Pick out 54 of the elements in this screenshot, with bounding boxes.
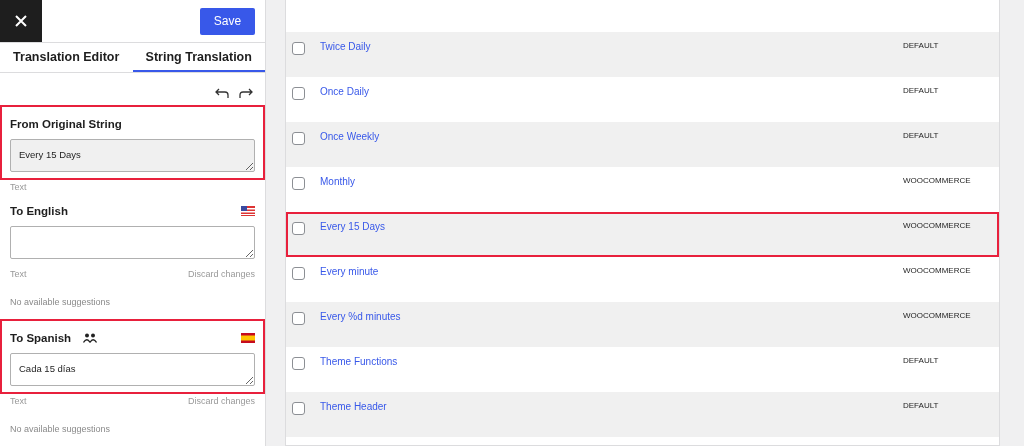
tab[interactable]: Translation Editor bbox=[0, 43, 133, 72]
field-label: Text bbox=[10, 182, 27, 192]
row-checkbox[interactable] bbox=[292, 132, 305, 145]
domain-cell-text: DEFAULT bbox=[903, 356, 940, 365]
suggestions-text: No available suggestions bbox=[9, 423, 112, 436]
table-row[interactable]: Every 15 Days WOOCOMMERCE bbox=[286, 212, 999, 257]
suggestions-text: No available suggestions bbox=[9, 296, 112, 309]
row-checkbox[interactable] bbox=[292, 222, 305, 235]
domain-cell-text: DEFAULT bbox=[903, 131, 940, 140]
string-link[interactable]: Twice Daily bbox=[320, 41, 903, 52]
domain-cell-text: WOOCOMMERCE bbox=[903, 266, 972, 275]
redo-button[interactable] bbox=[239, 87, 253, 99]
table-row[interactable]: Every %d minutes WOOCOMMERCE bbox=[286, 302, 999, 347]
undo-icon bbox=[215, 87, 229, 99]
row-checkbox[interactable] bbox=[292, 402, 305, 415]
save-button[interactable]: Save bbox=[200, 7, 255, 35]
spain-flag-icon bbox=[241, 333, 255, 343]
row-checkbox[interactable] bbox=[292, 177, 305, 190]
section-title: From Original String bbox=[10, 118, 122, 130]
domain-cell-text: WOOCOMMERCE bbox=[903, 311, 972, 320]
domain-cell-text: WOOCOMMERCE bbox=[903, 176, 972, 185]
domain-cell-text: WOOCOMMERCE bbox=[903, 221, 972, 230]
row-checkbox[interactable] bbox=[292, 87, 305, 100]
translation-field[interactable] bbox=[10, 226, 255, 259]
redo-icon bbox=[239, 87, 253, 99]
row-checkbox[interactable] bbox=[292, 42, 305, 55]
row-checkbox[interactable] bbox=[292, 312, 305, 325]
row-checkbox[interactable] bbox=[292, 267, 305, 280]
close-icon bbox=[15, 15, 27, 27]
string-link[interactable]: Every %d minutes bbox=[320, 311, 903, 322]
undo-button[interactable] bbox=[215, 87, 229, 99]
domain-cell-text: DEFAULT bbox=[903, 86, 940, 95]
string-link[interactable]: Once Daily bbox=[320, 86, 903, 97]
domain-cell-text: DEFAULT bbox=[903, 401, 940, 410]
string-link[interactable]: Theme Header bbox=[320, 401, 903, 412]
translation-field[interactable]: Cada 15 días bbox=[10, 353, 255, 386]
translation-field[interactable]: Every 15 Days bbox=[10, 139, 255, 172]
field-label: Text bbox=[10, 396, 27, 406]
section-title: To Spanish bbox=[10, 332, 72, 344]
domain-cell-text: DEFAULT bbox=[903, 41, 940, 50]
table-row[interactable]: Once Weekly DEFAULT bbox=[286, 122, 999, 167]
string-link[interactable]: Theme Functions bbox=[320, 356, 903, 367]
string-link[interactable]: Every 15 Days bbox=[320, 221, 903, 232]
section-title: To English bbox=[10, 205, 68, 217]
table-row[interactable]: Twice Daily DEFAULT bbox=[286, 32, 999, 77]
row-checkbox[interactable] bbox=[292, 357, 305, 370]
string-link[interactable]: Every minute bbox=[320, 266, 903, 277]
field-label: Text bbox=[10, 269, 27, 279]
us-flag-icon bbox=[241, 206, 255, 216]
string-link[interactable]: Monthly bbox=[320, 176, 903, 187]
string-link[interactable]: Once Weekly bbox=[320, 131, 903, 142]
close-button[interactable] bbox=[0, 0, 42, 42]
table-row[interactable]: Theme Header DEFAULT bbox=[286, 392, 999, 437]
tab[interactable]: String Translation bbox=[132, 43, 265, 72]
